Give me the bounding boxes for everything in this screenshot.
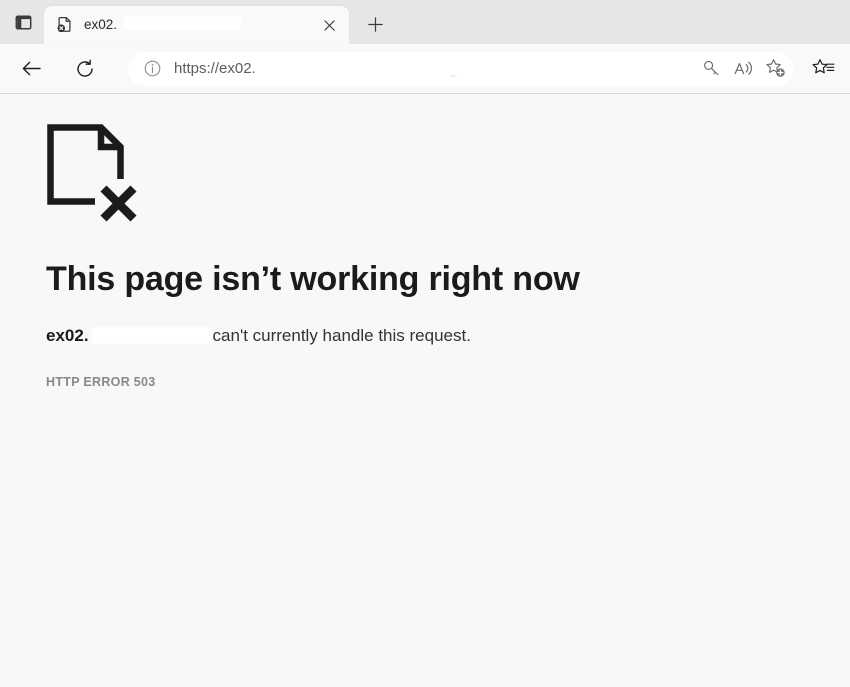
broken-page-icon [46,124,142,226]
error-code: HTTP ERROR 503 [46,375,156,390]
error-description-rest: can't currently handle this request. [212,326,471,346]
toolbar-right-actions [806,52,840,86]
read-aloud-button[interactable] [728,54,758,84]
address-bar-actions [694,54,790,84]
reload-button[interactable] [68,52,102,86]
tab-strip: ex02. [0,0,850,44]
browser-toolbar: https://ex02. . , - ر [0,44,850,94]
tab-pane-icon [15,14,31,30]
close-icon [323,19,335,31]
address-bar-text-container[interactable]: https://ex02. . , - ر [174,57,694,80]
info-circle-icon [144,60,160,77]
add-favorite-button[interactable] [760,54,790,84]
page-content: This page isn’t working right now ex02. c… [0,94,850,687]
add-favorite-icon [765,59,785,77]
page-error-icon [56,16,74,34]
page-title: This page isn’t working right now [46,260,580,298]
address-bar-redaction [268,57,463,76]
error-description: ex02. can't currently handle this request… [46,325,810,347]
address-bar[interactable]: https://ex02. . , - ر [128,51,794,86]
site-information-button[interactable] [140,57,164,81]
tab-title-container: ex02. [84,15,316,35]
error-page: This page isn’t working right now ex02. c… [46,124,810,389]
tab-actions-button[interactable] [6,5,40,39]
back-button[interactable] [14,52,48,86]
new-tab-button[interactable] [359,8,391,40]
reload-icon [77,59,93,77]
password-manager-button[interactable] [696,54,726,84]
tab-title-redaction [124,16,241,30]
browser-tab[interactable]: ex02. [44,6,349,44]
password-key-icon [703,60,718,76]
error-host: ex02. [46,326,89,346]
error-host-redaction [92,327,212,345]
favorites-button[interactable] [806,52,840,86]
tab-title: ex02. [84,17,118,32]
arrow-left-icon [22,61,41,76]
tab-close-button[interactable] [316,12,342,38]
read-aloud-icon [734,61,752,75]
plus-icon [367,16,383,32]
favorites-star-icon [812,59,834,74]
address-bar-url: https://ex02. [174,59,256,77]
browser-window: ex02. https://ex02. This page isn’t work… [0,0,850,687]
